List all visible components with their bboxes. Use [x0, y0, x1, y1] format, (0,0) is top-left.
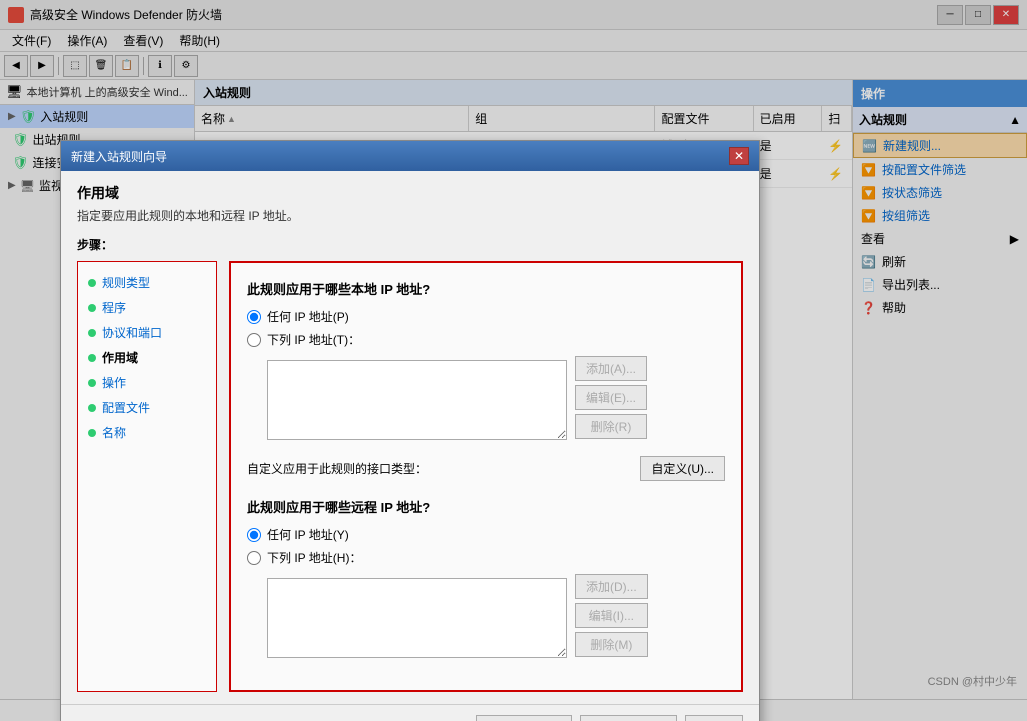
dialog-content-area: 规则类型 程序 协议和端口 作用域: [77, 261, 743, 692]
remote-ip-list-label: 下列 IP 地址(H)：: [267, 549, 361, 566]
local-ip-any-radio[interactable]: [247, 310, 261, 324]
dialog-title-bar: 新建入站规则向导 ✕: [61, 141, 759, 171]
step-action[interactable]: 操作: [86, 370, 208, 395]
remote-ip-add-button[interactable]: 添加(D)...: [575, 574, 648, 599]
step-dot-program: [88, 304, 96, 312]
dialog-close-button[interactable]: ✕: [729, 147, 749, 165]
customize-row: 自定义应用于此规则的接口类型： 自定义(U)...: [247, 456, 725, 481]
bottom-bar: [0, 699, 1027, 721]
step-dot-protocol: [88, 329, 96, 337]
remote-ip-buttons: 添加(D)... 编辑(I)... 删除(M): [575, 574, 648, 657]
step-label-rule-type: 规则类型: [102, 274, 150, 291]
remote-ip-question: 此规则应用于哪些远程 IP 地址?: [247, 497, 725, 516]
step-profile[interactable]: 配置文件: [86, 395, 208, 420]
local-ip-radio-group: 任何 IP 地址(P) 下列 IP 地址(T)：: [247, 308, 725, 348]
local-ip-edit-button[interactable]: 编辑(E)...: [575, 385, 647, 410]
step-dot-profile: [88, 404, 96, 412]
step-label-scope: 作用域: [102, 349, 138, 366]
local-ip-buttons: 添加(A)... 编辑(E)... 删除(R): [575, 356, 647, 439]
step-dot-action: [88, 379, 96, 387]
local-ip-listbox[interactable]: [267, 360, 567, 440]
step-rule-type[interactable]: 规则类型: [86, 270, 208, 295]
step-label-name: 名称: [102, 424, 126, 441]
step-protocol-port[interactable]: 协议和端口: [86, 320, 208, 345]
remote-ip-delete-button[interactable]: 删除(M): [575, 632, 648, 657]
local-ip-list-radio[interactable]: [247, 333, 261, 347]
remote-ip-any-radio[interactable]: [247, 528, 261, 542]
customize-button[interactable]: 自定义(U)...: [640, 456, 725, 481]
dialog-overlay: 新建入站规则向导 ✕ 作用域 指定要应用此规则的本地和远程 IP 地址。 步骤：…: [0, 0, 1027, 699]
dialog-body: 作用域 指定要应用此规则的本地和远程 IP 地址。 步骤： 规则类型 程序: [61, 171, 759, 704]
remote-ip-list-row: 下列 IP 地址(H)：: [247, 549, 725, 566]
local-ip-delete-button[interactable]: 删除(R): [575, 414, 647, 439]
step-dot-scope: [88, 354, 96, 362]
step-name[interactable]: 名称: [86, 420, 208, 445]
step-program[interactable]: 程序: [86, 295, 208, 320]
steps-panel: 规则类型 程序 协议和端口 作用域: [77, 261, 217, 692]
step-label-program: 程序: [102, 299, 126, 316]
local-ip-list-row: 下列 IP 地址(T)：: [247, 331, 725, 348]
dialog-section-title: 作用域: [77, 183, 743, 203]
step-label-protocol: 协议和端口: [102, 324, 162, 341]
dialog-steps-label: 步骤：: [77, 236, 743, 253]
dialog-title-text: 新建入站规则向导: [71, 148, 167, 165]
local-ip-question: 此规则应用于哪些本地 IP 地址?: [247, 279, 725, 298]
remote-ip-list-radio[interactable]: [247, 551, 261, 565]
main-content: 此规则应用于哪些本地 IP 地址? 任何 IP 地址(P) 下列 IP 地址(T…: [229, 261, 743, 692]
remote-ip-any-label: 任何 IP 地址(Y): [267, 526, 349, 543]
step-scope[interactable]: 作用域: [86, 345, 208, 370]
local-ip-any-row: 任何 IP 地址(P): [247, 308, 725, 325]
dialog-description: 指定要应用此规则的本地和远程 IP 地址。: [77, 207, 743, 224]
local-ip-row: 添加(A)... 编辑(E)... 删除(R): [247, 356, 725, 444]
step-label-action: 操作: [102, 374, 126, 391]
local-ip-add-button[interactable]: 添加(A)...: [575, 356, 647, 381]
remote-ip-listbox[interactable]: [267, 578, 567, 658]
remote-ip-radio-group: 任何 IP 地址(Y) 下列 IP 地址(H)：: [247, 526, 725, 566]
step-dot-rule-type: [88, 279, 96, 287]
local-ip-any-label: 任何 IP 地址(P): [267, 308, 349, 325]
remote-ip-row: 添加(D)... 编辑(I)... 删除(M): [247, 574, 725, 662]
remote-ip-any-row: 任何 IP 地址(Y): [247, 526, 725, 543]
local-ip-list-label: 下列 IP 地址(T)：: [267, 331, 360, 348]
remote-ip-edit-button[interactable]: 编辑(I)...: [575, 603, 648, 628]
customize-label: 自定义应用于此规则的接口类型：: [247, 460, 427, 477]
step-dot-name: [88, 429, 96, 437]
step-label-profile: 配置文件: [102, 399, 150, 416]
dialog: 新建入站规则向导 ✕ 作用域 指定要应用此规则的本地和远程 IP 地址。 步骤：…: [60, 140, 760, 721]
